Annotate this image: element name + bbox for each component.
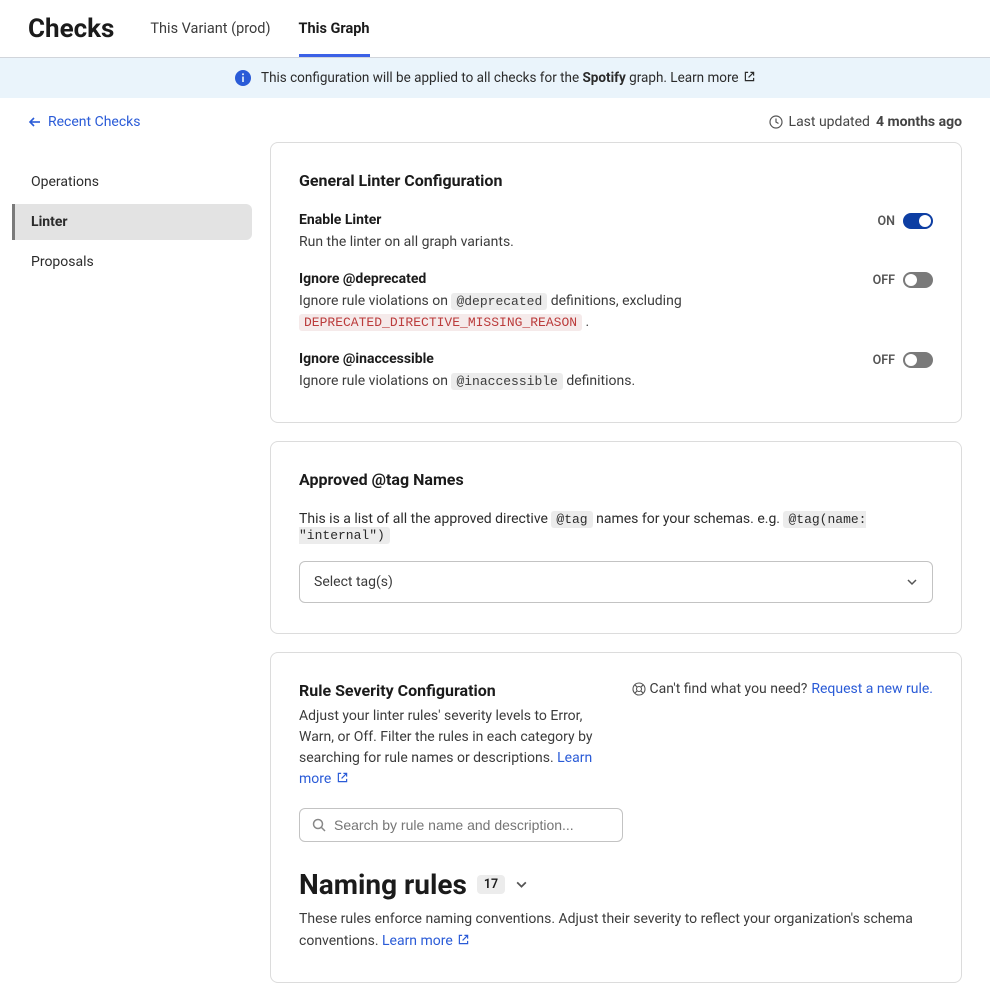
help-icon [632, 682, 646, 696]
rule-search-input-wrapper[interactable] [299, 808, 623, 842]
sidebar-item-linter[interactable]: Linter [12, 204, 252, 240]
chevron-down-icon [906, 576, 918, 588]
enable-linter-toggle[interactable] [903, 213, 933, 229]
ignore-inaccessible-desc: Ignore rule violations on @inaccessible … [299, 371, 861, 392]
enable-linter-label: Enable Linter [299, 212, 866, 228]
code-inaccessible: @inaccessible [451, 373, 562, 390]
chevron-down-icon [515, 878, 528, 891]
info-banner: This configuration will be applied to al… [0, 58, 990, 98]
sidebar: Operations Linter Proposals [12, 140, 252, 1001]
recent-checks-link[interactable]: Recent Checks [28, 114, 140, 130]
toggle-state-text: OFF [873, 273, 895, 288]
toggle-state-text: OFF [873, 353, 895, 368]
code-deprecated-violation: DEPRECATED_DIRECTIVE_MISSING_REASON [299, 314, 582, 331]
rule-count-badge: 17 [477, 875, 505, 894]
sidebar-item-proposals[interactable]: Proposals [12, 244, 252, 280]
tab-this-variant[interactable]: This Variant (prod) [150, 0, 270, 57]
general-linter-config-card: General Linter Configuration Enable Lint… [270, 142, 962, 423]
rule-severity-desc: Adjust your linter rules' severity level… [299, 706, 612, 790]
sidebar-item-operations[interactable]: Operations [12, 164, 252, 200]
card-title: General Linter Configuration [299, 171, 933, 190]
naming-rules-group-header[interactable]: Naming rules 17 [299, 868, 933, 901]
search-icon [312, 818, 326, 832]
naming-rules-learn-more-link[interactable]: Learn more [382, 933, 469, 949]
code-deprecated: @deprecated [451, 293, 547, 310]
info-icon [235, 70, 251, 86]
ignore-inaccessible-toggle[interactable] [903, 352, 933, 368]
toggle-state-text: ON [878, 214, 895, 229]
rule-group-desc: These rules enforce naming conventions. … [299, 909, 933, 952]
ignore-deprecated-desc: Ignore rule violations on @deprecated de… [299, 291, 861, 333]
ignore-inaccessible-label: Ignore @inaccessible [299, 351, 861, 367]
clock-icon [769, 115, 783, 129]
rule-search-input[interactable] [334, 817, 610, 833]
info-banner-learn-more-link[interactable]: Learn more [670, 70, 755, 86]
info-banner-text: This configuration will be applied to al… [261, 70, 755, 86]
approved-tag-names-card: Approved @tag Names This is a list of al… [270, 441, 962, 634]
tab-this-graph[interactable]: This Graph [299, 0, 370, 57]
arrow-left-icon [28, 115, 42, 129]
rule-group-title: Naming rules [299, 868, 467, 901]
card-title: Rule Severity Configuration [299, 681, 612, 700]
ignore-deprecated-label: Ignore @deprecated [299, 271, 861, 287]
external-link-icon [744, 71, 755, 82]
code-tag: @tag [551, 511, 592, 528]
external-link-icon [458, 934, 469, 945]
external-link-icon [337, 772, 348, 783]
request-rule-link[interactable]: Request a new rule. [811, 681, 933, 697]
rule-severity-card: Rule Severity Configuration Adjust your … [270, 652, 962, 983]
last-updated: Last updated 4 months ago [769, 114, 962, 130]
tag-select[interactable]: Select tag(s) [299, 561, 933, 603]
approved-tag-desc: This is a list of all the approved direc… [299, 511, 933, 543]
page-title: Checks [28, 14, 114, 44]
enable-linter-desc: Run the linter on all graph variants. [299, 232, 866, 253]
card-title: Approved @tag Names [299, 470, 933, 489]
ignore-deprecated-toggle[interactable] [903, 272, 933, 288]
